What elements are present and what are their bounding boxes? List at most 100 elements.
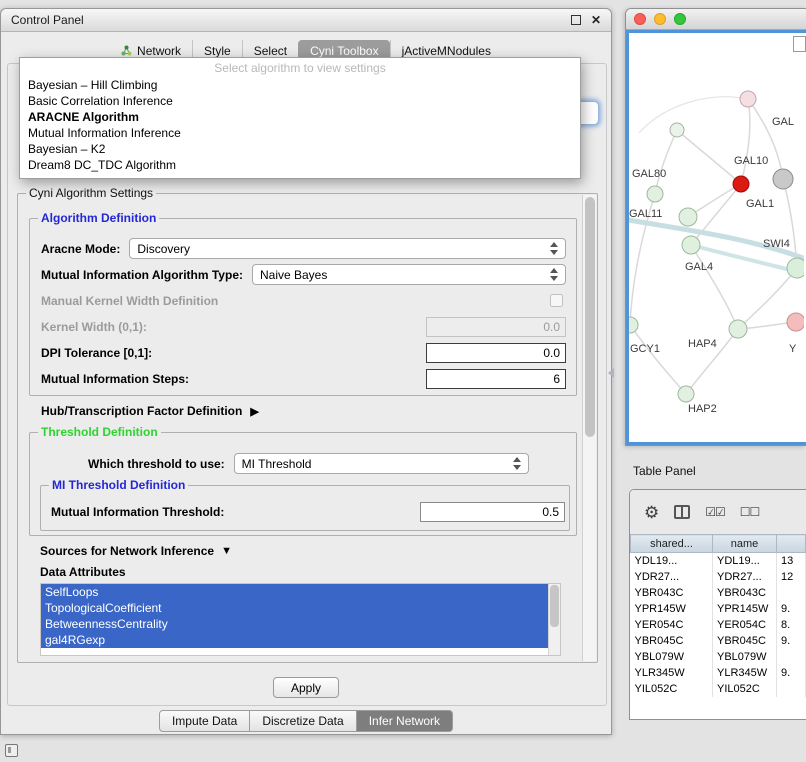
control-panel-titlebar[interactable]: Control Panel ✕ [1,9,611,32]
table-row[interactable]: YPR145WYPR145W9. [631,601,806,617]
data-attributes-list[interactable]: SelfLoopsTopologicalCoefficientBetweenne… [40,583,561,656]
attr-list-items: SelfLoopsTopologicalCoefficientBetweenne… [41,584,560,648]
algorithm-option[interactable]: ARACNE Algorithm [20,109,580,125]
data-attributes-label: Data Attributes [40,565,126,579]
network-node[interactable] [647,186,663,202]
panel-dock-icon[interactable] [5,744,18,757]
attributes-scrollbar-thumb[interactable] [550,585,559,627]
bottom-tab-discretize-data[interactable]: Discretize Data [250,710,356,732]
network-canvas[interactable]: GALGAL10GAL80GAL1GAL11SWI4GAL4GCY1HAP4YH… [626,30,806,445]
network-node[interactable] [679,208,697,226]
which-threshold-select[interactable]: MI Threshold [234,453,529,474]
algorithm-definition-body: Aracne Mode: Discovery Mutual Informatio… [30,219,576,395]
network-node-label: HAP2 [688,403,717,415]
column-visibility-icon[interactable] [674,505,690,519]
table-row[interactable]: YBR045CYBR045C9. [631,633,806,649]
mi-threshold-field[interactable]: 0.5 [420,502,565,522]
kernel-width-label: Kernel Width (0,1): [41,320,147,334]
table-cell [777,585,806,601]
table-cell: YER054C [713,617,777,633]
table-row[interactable]: YDR27...YDR27...12 [631,569,806,585]
split-pane-handle-icon[interactable] [608,368,614,378]
hub-tf-definition-toggle[interactable]: Hub/Transcription Factor Definition ▶ [41,404,259,418]
table-row[interactable]: YLR345WYLR345W9. [631,665,806,681]
table-row[interactable]: YBR043CYBR043C [631,585,806,601]
network-node-label: GAL1 [746,198,774,210]
cyni-algorithm-settings-group: Cyni Algorithm Settings Algorithm Defini… [17,193,598,663]
table-cell: YBL079W [713,649,777,665]
table-row[interactable]: YBL079WYBL079W [631,649,806,665]
settings-scrollbar[interactable] [582,195,596,661]
data-attribute-item[interactable]: gal4RGexp [41,632,548,648]
table-row[interactable]: YER054CYER054C8. [631,617,806,633]
algorithm-option[interactable]: Bayesian – Hill Climbing [20,77,580,93]
window-controls: ✕ [571,14,601,26]
deselect-all-icon[interactable]: ☐☐ [740,505,760,519]
bottom-tab-impute-data[interactable]: Impute Data [159,710,250,732]
table-cell: YBR045C [713,633,777,649]
close-icon[interactable]: ✕ [591,14,601,26]
network-node[interactable] [670,123,684,137]
settings-group-title: Cyni Algorithm Settings [26,186,156,200]
data-attribute-item[interactable]: BetweennessCentrality [41,616,548,632]
table-column-header[interactable]: name [713,535,777,553]
which-threshold-label: Which threshold to use: [88,457,225,471]
data-attribute-item[interactable]: SelfLoops [41,584,548,600]
table-column-header[interactable]: shared... [631,535,713,553]
algorithm-option[interactable]: Mutual Information Inference [20,125,580,141]
gear-icon[interactable]: ⚙ [644,504,659,521]
table-cell: YDL19... [631,553,713,569]
table-column-header[interactable] [777,535,806,553]
minimize-traffic-light-icon[interactable] [654,13,666,25]
table-row[interactable]: YIL052CYIL052C [631,681,806,697]
network-node[interactable] [629,317,638,333]
table-body: YDL19...YDL19...13YDR27...YDR27...12YBR0… [631,553,806,697]
table-cell: 9. [777,601,806,617]
algorithm-option[interactable]: Basic Correlation Inference [20,93,580,109]
mi-threshold-definition-group: MI Threshold Definition Mutual Informati… [40,485,570,531]
manual-kernel-checkbox[interactable] [550,294,563,307]
algorithm-option[interactable]: Dream8 DC_TDC Algorithm [20,157,580,173]
network-node-label: GAL11 [629,208,662,220]
threshold-definition-title: Threshold Definition [38,425,161,439]
data-attribute-item[interactable]: TopologicalCoefficient [41,600,548,616]
bottom-tab-infer-network[interactable]: Infer Network [357,710,453,732]
network-node[interactable] [787,313,804,331]
table-panel-window: ⚙ ☑☑ ☐☐ shared...name YDL19...YDL19...13… [629,489,806,720]
float-window-icon[interactable] [571,15,581,25]
attributes-scrollbar[interactable] [548,584,560,655]
table-toolbar: ⚙ ☑☑ ☐☐ [630,490,806,534]
network-node[interactable] [773,169,793,189]
network-node[interactable] [740,91,756,107]
network-node[interactable] [678,386,694,402]
table-cell [777,681,806,697]
table-cell: YPR145W [631,601,713,617]
network-node[interactable] [787,258,804,278]
mi-type-label: Mutual Information Algorithm Type: [41,268,243,282]
zoom-traffic-light-icon[interactable] [674,13,686,25]
node-table: shared...name YDL19...YDL19...13YDR27...… [630,534,806,697]
mi-steps-row: Mutual Information Steps: 6 [41,368,566,389]
sources-toggle[interactable]: Sources for Network Inference ▼ [40,544,232,558]
settings-scrollbar-thumb[interactable] [585,197,595,437]
mi-type-select[interactable]: Naive Bayes [252,264,566,285]
table-cell: YIL052C [631,681,713,697]
algorithm-option[interactable]: Bayesian – K2 [20,141,580,157]
mi-steps-field[interactable]: 6 [426,369,566,389]
apply-button[interactable]: Apply [273,677,339,698]
table-cell [777,649,806,665]
close-traffic-light-icon[interactable] [634,13,646,25]
table-cell: 12 [777,569,806,585]
dpi-tolerance-field[interactable]: 0.0 [426,343,566,363]
select-all-icon[interactable]: ☑☑ [705,505,725,519]
network-edge [691,245,738,329]
table-cell: YPR145W [713,601,777,617]
aracne-mode-label: Aracne Mode: [41,242,120,256]
aracne-mode-select[interactable]: Discovery [129,238,566,259]
network-window-titlebar[interactable] [626,9,806,30]
table-row[interactable]: YDL19...YDL19...13 [631,553,806,569]
network-node[interactable] [733,176,749,192]
mi-threshold-row: Mutual Information Threshold: 0.5 [51,502,565,522]
network-node[interactable] [729,320,747,338]
network-node[interactable] [682,236,700,254]
